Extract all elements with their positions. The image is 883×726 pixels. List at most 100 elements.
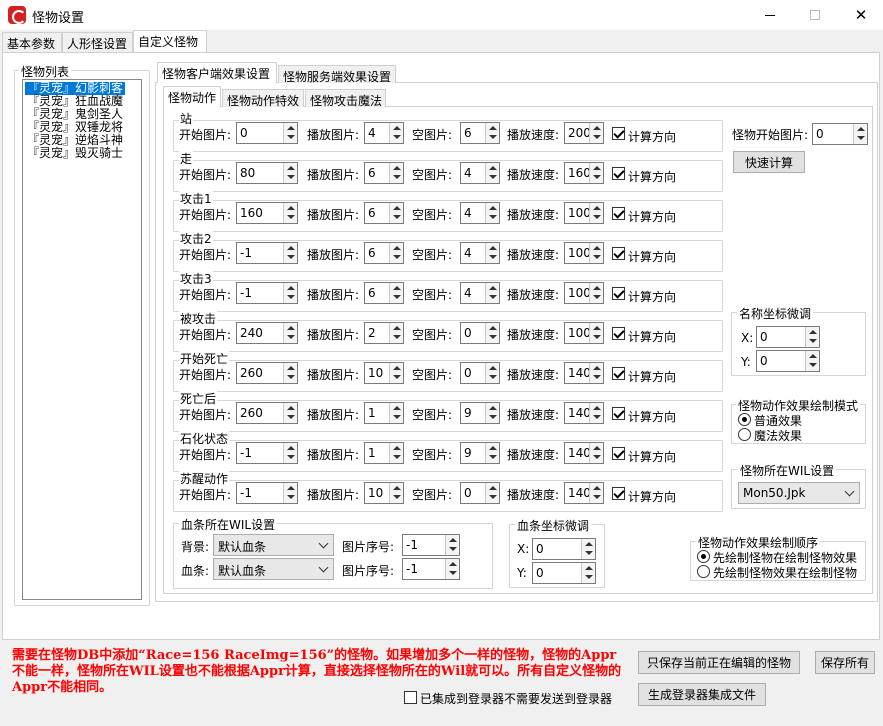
spin-arrows-icon[interactable] — [389, 123, 403, 143]
draw-mode-normal-radio[interactable] — [738, 413, 751, 426]
play-image-input[interactable]: 10 — [364, 362, 404, 384]
tab-humanoid[interactable]: 人形怪设置 — [62, 32, 133, 52]
start-image-input[interactable]: 260 — [236, 362, 298, 384]
spin-arrows-icon[interactable] — [485, 163, 499, 183]
spin-arrows-icon[interactable] — [283, 403, 297, 423]
tab-basic-params[interactable]: 基本参数 — [2, 32, 62, 52]
play-speed-input[interactable]: 140 — [564, 362, 604, 384]
spin-arrows-icon[interactable] — [389, 163, 403, 183]
spin-arrows-icon[interactable] — [805, 327, 819, 347]
spin-arrows-icon[interactable] — [389, 243, 403, 263]
spin-arrows-icon[interactable] — [283, 323, 297, 343]
tab-client-effect[interactable]: 怪物客户端效果设置 — [157, 62, 277, 83]
empty-image-input[interactable]: 4 — [460, 202, 500, 224]
play-image-input[interactable]: 6 — [364, 282, 404, 304]
generate-file-button[interactable]: 生成登录器集成文件 — [638, 683, 766, 706]
calc-direction-checkbox[interactable] — [612, 447, 625, 460]
save-current-button[interactable]: 只保存当前正在编辑的怪物 — [638, 651, 800, 674]
tab-action-effects[interactable]: 怪物动作特效 — [222, 89, 304, 108]
play-speed-input[interactable]: 140 — [564, 402, 604, 424]
spin-arrows-icon[interactable] — [283, 123, 297, 143]
empty-image-input[interactable]: 4 — [460, 162, 500, 184]
empty-image-input[interactable]: 0 — [460, 362, 500, 384]
spin-arrows-icon[interactable] — [581, 563, 595, 583]
wil-select[interactable]: Mon50.Jpk — [738, 482, 860, 504]
play-speed-input[interactable]: 140 — [564, 482, 604, 504]
empty-image-input[interactable]: 4 — [460, 282, 500, 304]
spin-arrows-icon[interactable] — [389, 403, 403, 423]
calc-direction-checkbox[interactable] — [612, 127, 625, 140]
start-image-input[interactable]: -1 — [236, 482, 298, 504]
monster-start-input[interactable]: 0 — [812, 123, 868, 145]
spin-arrows-icon[interactable] — [445, 559, 459, 579]
spin-arrows-icon[interactable] — [445, 535, 459, 555]
spin-arrows-icon[interactable] — [589, 483, 603, 503]
calc-direction-checkbox[interactable] — [612, 287, 625, 300]
spin-arrows-icon[interactable] — [589, 363, 603, 383]
empty-image-input[interactable]: 0 — [460, 322, 500, 344]
play-speed-input[interactable]: 100 — [564, 202, 604, 224]
integrated-checkbox[interactable] — [404, 691, 417, 704]
play-image-input[interactable]: 1 — [364, 442, 404, 464]
play-speed-input[interactable]: 100 — [564, 322, 604, 344]
calc-direction-checkbox[interactable] — [612, 487, 625, 500]
spin-arrows-icon[interactable] — [485, 403, 499, 423]
spin-arrows-icon[interactable] — [283, 163, 297, 183]
spin-arrows-icon[interactable] — [589, 443, 603, 463]
start-image-input[interactable]: -1 — [236, 442, 298, 464]
hp-bar-index-input[interactable]: -1 — [402, 558, 460, 580]
empty-image-input[interactable]: 4 — [460, 242, 500, 264]
play-speed-input[interactable]: 100 — [564, 242, 604, 264]
spin-arrows-icon[interactable] — [485, 443, 499, 463]
calc-direction-checkbox[interactable] — [612, 167, 625, 180]
spin-arrows-icon[interactable] — [485, 363, 499, 383]
calc-direction-checkbox[interactable] — [612, 407, 625, 420]
close-button[interactable]: ✕ — [839, 0, 883, 30]
empty-image-input[interactable]: 9 — [460, 402, 500, 424]
maximize-button[interactable] — [793, 0, 837, 30]
spin-arrows-icon[interactable] — [589, 163, 603, 183]
start-image-input[interactable]: 240 — [236, 322, 298, 344]
hp-offset-x-input[interactable]: 0 — [532, 538, 596, 560]
hp-bg-index-input[interactable]: -1 — [402, 534, 460, 556]
spin-arrows-icon[interactable] — [485, 243, 499, 263]
play-speed-input[interactable]: 100 — [564, 282, 604, 304]
spin-arrows-icon[interactable] — [589, 403, 603, 423]
spin-arrows-icon[interactable] — [283, 443, 297, 463]
tab-monster-action[interactable]: 怪物动作 — [163, 86, 221, 107]
play-image-input[interactable]: 1 — [364, 402, 404, 424]
tab-server-effect[interactable]: 怪物服务端效果设置 — [278, 65, 396, 84]
draw-mode-magic-radio[interactable] — [738, 428, 751, 441]
hp-bar-select[interactable]: 默认血条 — [213, 558, 334, 580]
spin-arrows-icon[interactable] — [389, 323, 403, 343]
spin-arrows-icon[interactable] — [581, 539, 595, 559]
spin-arrows-icon[interactable] — [805, 351, 819, 371]
spin-arrows-icon[interactable] — [283, 243, 297, 263]
list-item[interactable]: 『灵宠』毁灭骑士 — [25, 147, 125, 160]
spin-arrows-icon[interactable] — [485, 283, 499, 303]
spin-arrows-icon[interactable] — [283, 483, 297, 503]
spin-arrows-icon[interactable] — [283, 363, 297, 383]
play-speed-input[interactable]: 140 — [564, 442, 604, 464]
spin-arrows-icon[interactable] — [389, 283, 403, 303]
spin-arrows-icon[interactable] — [589, 203, 603, 223]
start-image-input[interactable]: 0 — [236, 122, 298, 144]
spin-arrows-icon[interactable] — [389, 363, 403, 383]
tab-custom-monster[interactable]: 自定义怪物 — [133, 30, 207, 53]
draw-order-monster-first-radio[interactable] — [697, 550, 710, 563]
start-image-input[interactable]: -1 — [236, 282, 298, 304]
spin-arrows-icon[interactable] — [485, 123, 499, 143]
monster-list[interactable]: 『灵宠』幻影刺客 『灵宠』狂血战魔 『灵宠』鬼剑圣人 『灵宠』双锤龙将 『灵宠』… — [22, 79, 142, 600]
spin-arrows-icon[interactable] — [485, 203, 499, 223]
spin-arrows-icon[interactable] — [589, 283, 603, 303]
play-image-input[interactable]: 6 — [364, 162, 404, 184]
start-image-input[interactable]: 160 — [236, 202, 298, 224]
calc-direction-checkbox[interactable] — [612, 247, 625, 260]
draw-order-effect-first-radio[interactable] — [697, 565, 710, 578]
play-image-input[interactable]: 2 — [364, 322, 404, 344]
tab-attack-magic[interactable]: 怪物攻击魔法 — [305, 89, 386, 108]
spin-arrows-icon[interactable] — [283, 203, 297, 223]
hp-bg-select[interactable]: 默认血条 — [213, 534, 334, 556]
spin-arrows-icon[interactable] — [389, 203, 403, 223]
spin-arrows-icon[interactable] — [389, 483, 403, 503]
